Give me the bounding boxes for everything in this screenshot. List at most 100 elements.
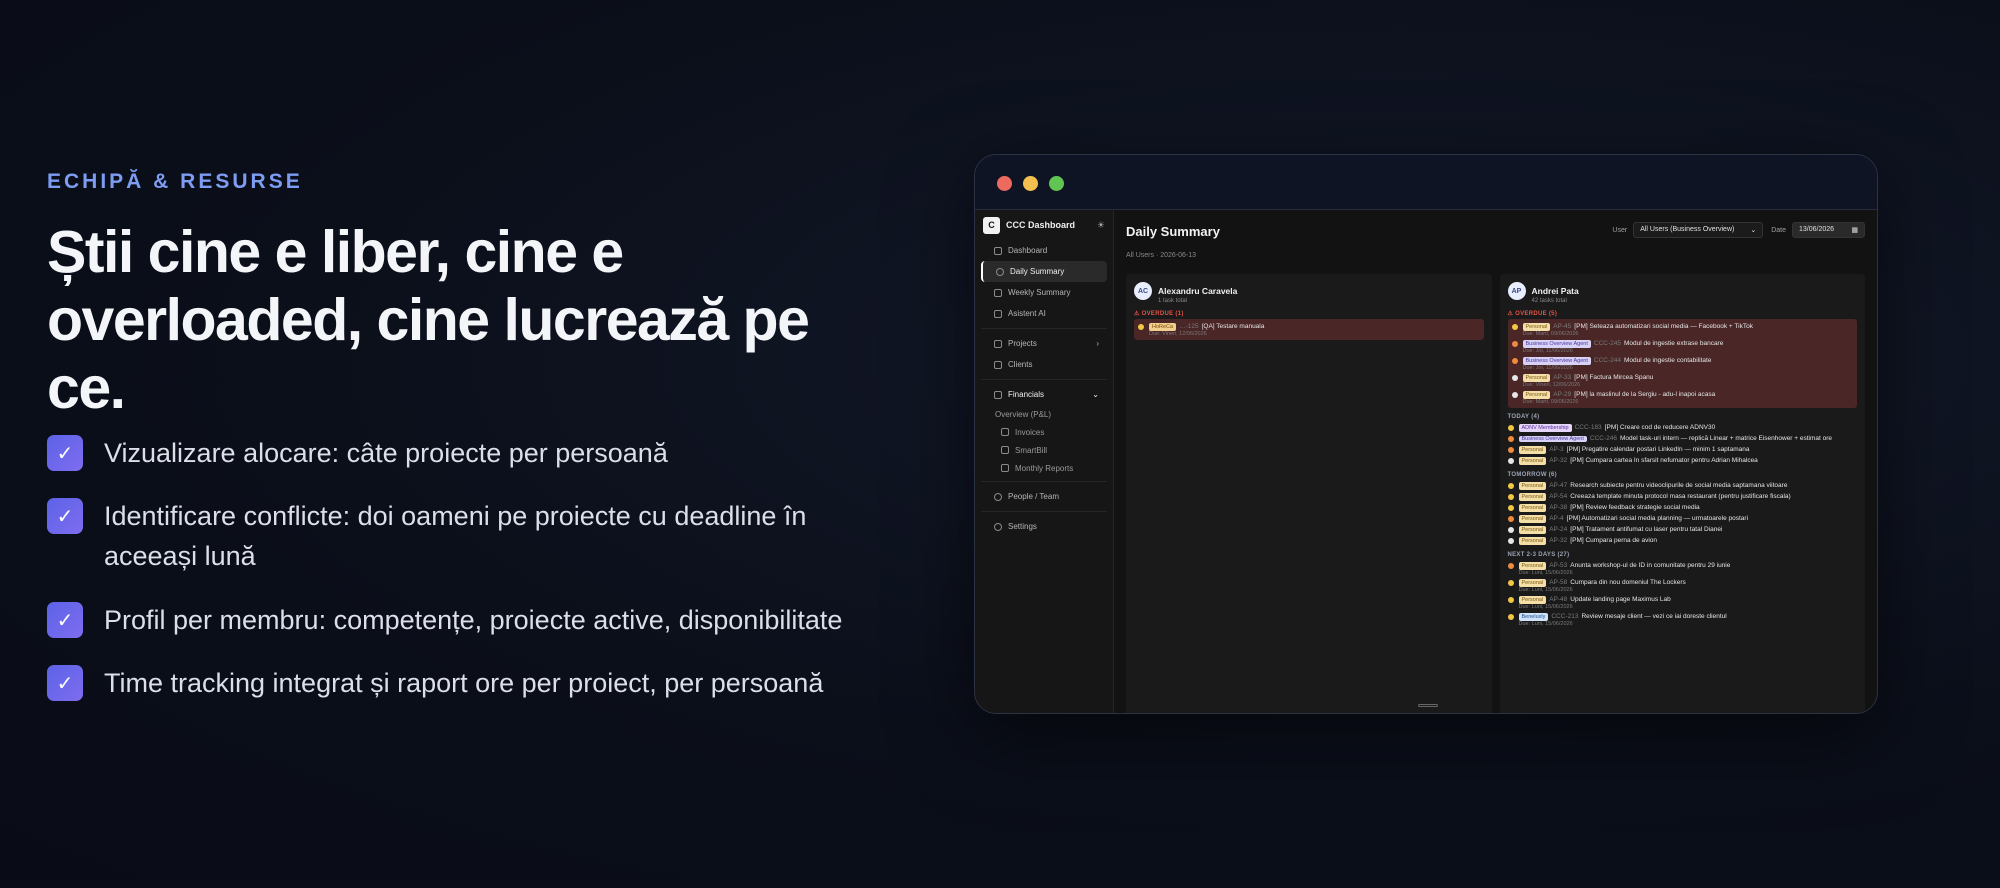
sidebar-item-weekly-summary[interactable]: Weekly Summary (981, 282, 1107, 303)
sidebar-item-projects[interactable]: Projects › (981, 333, 1107, 354)
priority-dot (1507, 562, 1514, 569)
priority-dot (1511, 391, 1518, 398)
chevron-right-icon: › (1096, 339, 1099, 348)
project-tag: Personal (1522, 390, 1551, 399)
sidebar-item-people[interactable]: People / Team (981, 486, 1107, 507)
task-item[interactable]: Personal AP-32 [PM] Cumpara perna de avion (1507, 535, 1858, 546)
divider (981, 511, 1107, 512)
eyebrow-label: ECHIPĂ & RESURSE (47, 170, 303, 193)
task-item[interactable]: Business Overview Agent CCC-246 Model task… (1507, 433, 1858, 444)
task-item[interactable]: Personal AP-47 Research subiecte pentru vi… (1507, 480, 1858, 491)
sidebar-subitem-overview[interactable]: Overview (P&L) (975, 405, 1113, 423)
wallet-icon (994, 390, 1002, 399)
overdue-section-label: ⚠ OVERDUE (1) (1134, 311, 1184, 317)
task-title: [QA] Testare manuala (1201, 322, 1265, 330)
sidebar-item-clients[interactable]: Clients (981, 354, 1107, 375)
task-title: Modul de ingestie contabilitate (1623, 356, 1712, 364)
close-window-icon[interactable] (997, 176, 1012, 191)
priority-dot (1507, 493, 1514, 500)
sidebar: C CCC Dashboard ☀ Dashboard Daily Summar… (975, 210, 1114, 713)
sidebar-item-assistant[interactable]: Asistent AI (981, 303, 1107, 324)
task-item[interactable]: Personal AP-3 [PM] Pregatire calendar post… (1507, 444, 1858, 455)
task-due: Due: Vineri, 12/06/2026 (1522, 382, 1581, 388)
task-item[interactable]: Personal AP-24 [PM] Tratament antifumat cu… (1507, 524, 1858, 535)
divider (981, 481, 1107, 482)
project-tag: Personal (1518, 514, 1547, 523)
minimize-window-icon[interactable] (1023, 176, 1038, 191)
document-icon (1001, 446, 1009, 454)
divider (981, 328, 1107, 329)
task-title: [PM] Automatizari social media planning … (1566, 514, 1749, 522)
overdue-list: Personal AP-45 [PM] Seteaza automatizari s… (1507, 319, 1857, 408)
project-tag: ADNV Membership (1518, 423, 1572, 432)
user-select[interactable]: All Users (Business Overview) ⌄ (1633, 222, 1764, 238)
sidebar-item-daily-summary[interactable]: Daily Summary (981, 261, 1107, 282)
task-code: AP-53 (1549, 561, 1568, 569)
check-icon: ✓ (47, 435, 83, 471)
task-due: Due: Luni, 15/06/2026 (1518, 570, 1573, 576)
task-code: CCC-213 (1551, 612, 1579, 620)
task-title: Anunta workshop-ul de ID in comunitate p… (1570, 561, 1731, 569)
task-due: Due: Luni, 15/06/2026 (1518, 621, 1573, 627)
sidebar-subitem-smartbill[interactable]: SmartBill (975, 441, 1113, 459)
task-title: Review mesaje client — vezi ce iai dores… (1581, 612, 1727, 620)
chevron-down-icon: ⌄ (1092, 390, 1099, 399)
people-icon (994, 492, 1002, 501)
sidebar-item-settings[interactable]: Settings (981, 516, 1107, 537)
grid-icon (994, 246, 1002, 255)
user-filter-label: User (1612, 226, 1628, 234)
tomorrow-section-label: TOMORROW (6) (1507, 472, 1557, 478)
feature-text: Time tracking integrat și raport ore per… (104, 668, 824, 698)
date-input-value: 13/06/2026 (1799, 226, 1835, 233)
task-title: [PM] Cumpara cartea In sfarsit nefumator… (1570, 456, 1758, 464)
task-code: AP-4 (1549, 514, 1564, 522)
project-tag: Personal (1522, 373, 1551, 382)
task-item[interactable]: Personal AP-54 Creeaza template minuta pro… (1507, 491, 1858, 502)
feature-item: ✓ Time tracking integrat și raport ore p… (47, 663, 907, 703)
check-icon: ✓ (47, 602, 83, 638)
sidebar-item-financials[interactable]: Financials ⌄ (981, 384, 1107, 405)
folder-icon (994, 339, 1002, 348)
date-input[interactable]: 13/06/2026 ▦ (1792, 222, 1865, 238)
priority-dot (1511, 323, 1518, 330)
priority-dot (1507, 515, 1514, 522)
feature-item: ✓ Profil per membru: competențe, proiect… (47, 600, 907, 640)
sidebar-subitem-reports[interactable]: Monthly Reports (975, 459, 1113, 477)
filters: User All Users (Business Overview) ⌄ Dat… (1612, 222, 1865, 238)
priority-dot (1511, 374, 1518, 381)
project-tag: Personal (1518, 536, 1547, 545)
task-title: [PM] Cumpara perna de avion (1570, 536, 1658, 544)
task-item[interactable]: Personal AP-4 [PM] Automatizari social med… (1507, 513, 1858, 524)
overdue-section-label: ⚠ OVERDUE (5) (1507, 311, 1558, 317)
project-tag: Business Overview Agent (1518, 435, 1587, 442)
project-tag: Personal (1518, 578, 1547, 587)
user-name: Andrei Pata (1531, 286, 1579, 296)
scrollbar[interactable] (1418, 704, 1438, 707)
project-tag: Personal (1518, 525, 1547, 534)
priority-dot (1507, 537, 1514, 544)
task-code: AP-47 (1549, 481, 1568, 489)
maximize-window-icon[interactable] (1049, 176, 1064, 191)
summary-subtitle: All Users · 2026-06-13 (1126, 252, 1197, 259)
task-count: 1 task total (1158, 298, 1188, 304)
task-item[interactable]: Personal AP-38 [PM] Review feedback strate… (1507, 502, 1858, 513)
project-tag: Personal (1518, 481, 1547, 490)
sidebar-item-label: SmartBill (1015, 445, 1048, 455)
task-title: Model task-uri intern — replică Linear +… (1619, 434, 1833, 442)
task-item[interactable]: Personal AP-32 [PM] Cumpara cartea In sfar… (1507, 455, 1858, 466)
sidebar-item-dashboard[interactable]: Dashboard (981, 240, 1107, 261)
document-icon (1001, 428, 1009, 436)
task-title: [PM] Creare cod de reducere ADNV30 (1604, 423, 1716, 431)
task-item[interactable]: ADNV Membership CCC-183 [PM] Creare cod de… (1507, 422, 1858, 433)
divider (981, 379, 1107, 380)
task-code: AP-32 (1549, 536, 1568, 544)
priority-dot (1511, 340, 1518, 347)
avatar: AC (1134, 282, 1152, 300)
theme-toggle-icon[interactable]: ☀ (1097, 220, 1105, 231)
task-code: AP-24 (1549, 525, 1568, 533)
sidebar-subitem-invoices[interactable]: Invoices (975, 423, 1113, 441)
task-code: …-125 (1179, 322, 1199, 330)
priority-dot (1507, 579, 1514, 586)
sidebar-item-label: Settings (1008, 522, 1037, 531)
task-title: [PM] la maslinul de la Sergiu - adu-l in… (1574, 390, 1716, 398)
